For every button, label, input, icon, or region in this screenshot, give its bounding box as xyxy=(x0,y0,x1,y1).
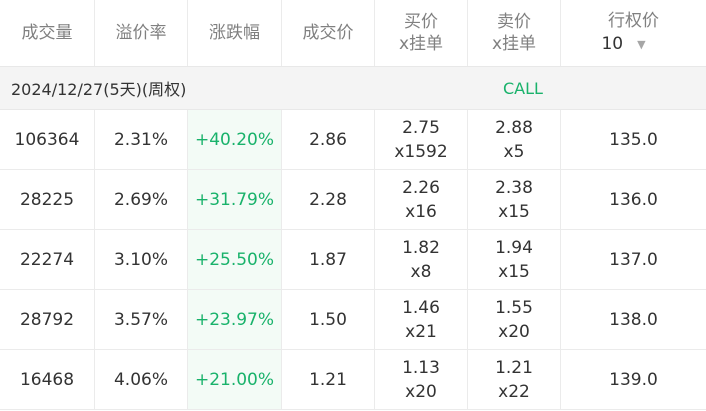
ask-size: x15 xyxy=(498,261,530,282)
strike-cell: 137.0 xyxy=(609,249,658,270)
ask-size: x22 xyxy=(498,381,530,402)
header-bid-label: 买价 xyxy=(404,12,438,32)
premium-cell: 2.69% xyxy=(95,170,188,229)
header-strike: 行权价 10 ▼ xyxy=(561,0,706,66)
header-last-price[interactable]: 成交价 xyxy=(282,0,375,66)
volume-cell: 16468 xyxy=(0,350,95,409)
call-side-label: CALL xyxy=(503,78,543,98)
bid-cell: 2.75 x1592 xyxy=(375,110,468,169)
premium-cell: 3.57% xyxy=(95,290,188,349)
table-row[interactable]: 28792 3.57% +23.97% 1.50 1.46 x21 1.55 x… xyxy=(0,290,706,350)
bid-size: x16 xyxy=(405,201,437,222)
ask-price: 1.21 xyxy=(495,357,533,378)
strike-cell: 138.0 xyxy=(609,309,658,330)
bid-cell: 1.13 x20 xyxy=(375,350,468,409)
header-last-price-label: 成交价 xyxy=(302,23,354,43)
bid-price: 1.46 xyxy=(402,297,440,318)
ask-cell: 2.88 x5 xyxy=(468,110,561,169)
last-price-cell: 1.21 xyxy=(282,350,375,409)
change-cell: +31.79% xyxy=(188,170,282,229)
header-ask-label: 卖价 xyxy=(497,12,531,32)
change-cell: +23.97% xyxy=(188,290,282,349)
premium-cell: 3.10% xyxy=(95,230,188,289)
volume-cell: 28225 xyxy=(0,170,95,229)
ask-cell: 1.55 x20 xyxy=(468,290,561,349)
header-premium[interactable]: 溢价率 xyxy=(95,0,188,66)
change-cell: +21.00% xyxy=(188,350,282,409)
ask-size: x15 xyxy=(498,201,530,222)
table-row[interactable]: 28225 2.69% +31.79% 2.28 2.26 x16 2.38 x… xyxy=(0,170,706,230)
ask-price: 2.88 xyxy=(495,117,533,138)
chevron-down-icon: ▼ xyxy=(637,38,646,51)
last-price-cell: 1.50 xyxy=(282,290,375,349)
bid-size: x1592 xyxy=(394,141,448,162)
ask-price: 2.38 xyxy=(495,177,533,198)
header-volume-label: 成交量 xyxy=(21,23,73,43)
change-cell: +40.20% xyxy=(188,110,282,169)
last-price-cell: 1.87 xyxy=(282,230,375,289)
expiry-group-header[interactable]: 2024/12/27(5天)(周权) CALL xyxy=(0,66,706,110)
ask-cell: 1.21 x22 xyxy=(468,350,561,409)
header-bid[interactable]: 买价 x挂单 xyxy=(375,0,468,66)
volume-cell: 22274 xyxy=(0,230,95,289)
table-header: 成交量 溢价率 涨跌幅 成交价 买价 x挂单 卖价 x挂单 行权价 10 ▼ xyxy=(0,0,706,66)
table-row[interactable]: 106364 2.31% +40.20% 2.86 2.75 x1592 2.8… xyxy=(0,110,706,170)
bid-size: x8 xyxy=(410,261,432,282)
bid-price: 2.26 xyxy=(402,177,440,198)
ask-price: 1.55 xyxy=(495,297,533,318)
premium-cell: 4.06% xyxy=(95,350,188,409)
last-price-cell: 2.86 xyxy=(282,110,375,169)
header-premium-label: 溢价率 xyxy=(115,23,167,43)
bid-cell: 1.82 x8 xyxy=(375,230,468,289)
change-cell: +25.50% xyxy=(188,230,282,289)
ask-size: x5 xyxy=(503,141,525,162)
ask-cell: 1.94 x15 xyxy=(468,230,561,289)
ask-size: x20 xyxy=(498,321,530,342)
header-change-label: 涨跌幅 xyxy=(209,23,260,43)
bid-cell: 1.46 x21 xyxy=(375,290,468,349)
header-volume[interactable]: 成交量 xyxy=(0,0,95,66)
bid-cell: 2.26 x16 xyxy=(375,170,468,229)
volume-cell: 106364 xyxy=(0,110,95,169)
ask-cell: 2.38 x15 xyxy=(468,170,561,229)
header-bid-size-label: x挂单 xyxy=(398,34,444,54)
header-ask-size-label: x挂单 xyxy=(491,34,537,54)
header-change[interactable]: 涨跌幅 xyxy=(188,0,282,66)
strike-count-value: 10 xyxy=(601,34,624,54)
expiry-date: 2024/12/27(5天)(周权) xyxy=(11,80,187,99)
bid-price: 1.13 xyxy=(402,357,440,378)
options-chain-table: 成交量 溢价率 涨跌幅 成交价 买价 x挂单 卖价 x挂单 行权价 10 ▼ 2… xyxy=(0,0,706,411)
header-ask[interactable]: 卖价 x挂单 xyxy=(468,0,561,66)
bid-price: 1.82 xyxy=(402,237,440,258)
strike-cell: 135.0 xyxy=(609,129,658,150)
strike-cell: 136.0 xyxy=(609,189,658,210)
bid-size: x21 xyxy=(405,321,437,342)
strike-cell: 139.0 xyxy=(609,369,658,390)
bid-price: 2.75 xyxy=(402,117,440,138)
table-row[interactable]: 22274 3.10% +25.50% 1.87 1.82 x8 1.94 x1… xyxy=(0,230,706,290)
last-price-cell: 2.28 xyxy=(282,170,375,229)
premium-cell: 2.31% xyxy=(95,110,188,169)
strike-count-dropdown[interactable]: 10 ▼ xyxy=(601,32,645,56)
header-strike-label: 行权价 xyxy=(608,11,659,31)
ask-price: 1.94 xyxy=(495,237,533,258)
bid-size: x20 xyxy=(405,381,437,402)
table-row[interactable]: 16468 4.06% +21.00% 1.21 1.13 x20 1.21 x… xyxy=(0,350,706,410)
volume-cell: 28792 xyxy=(0,290,95,349)
